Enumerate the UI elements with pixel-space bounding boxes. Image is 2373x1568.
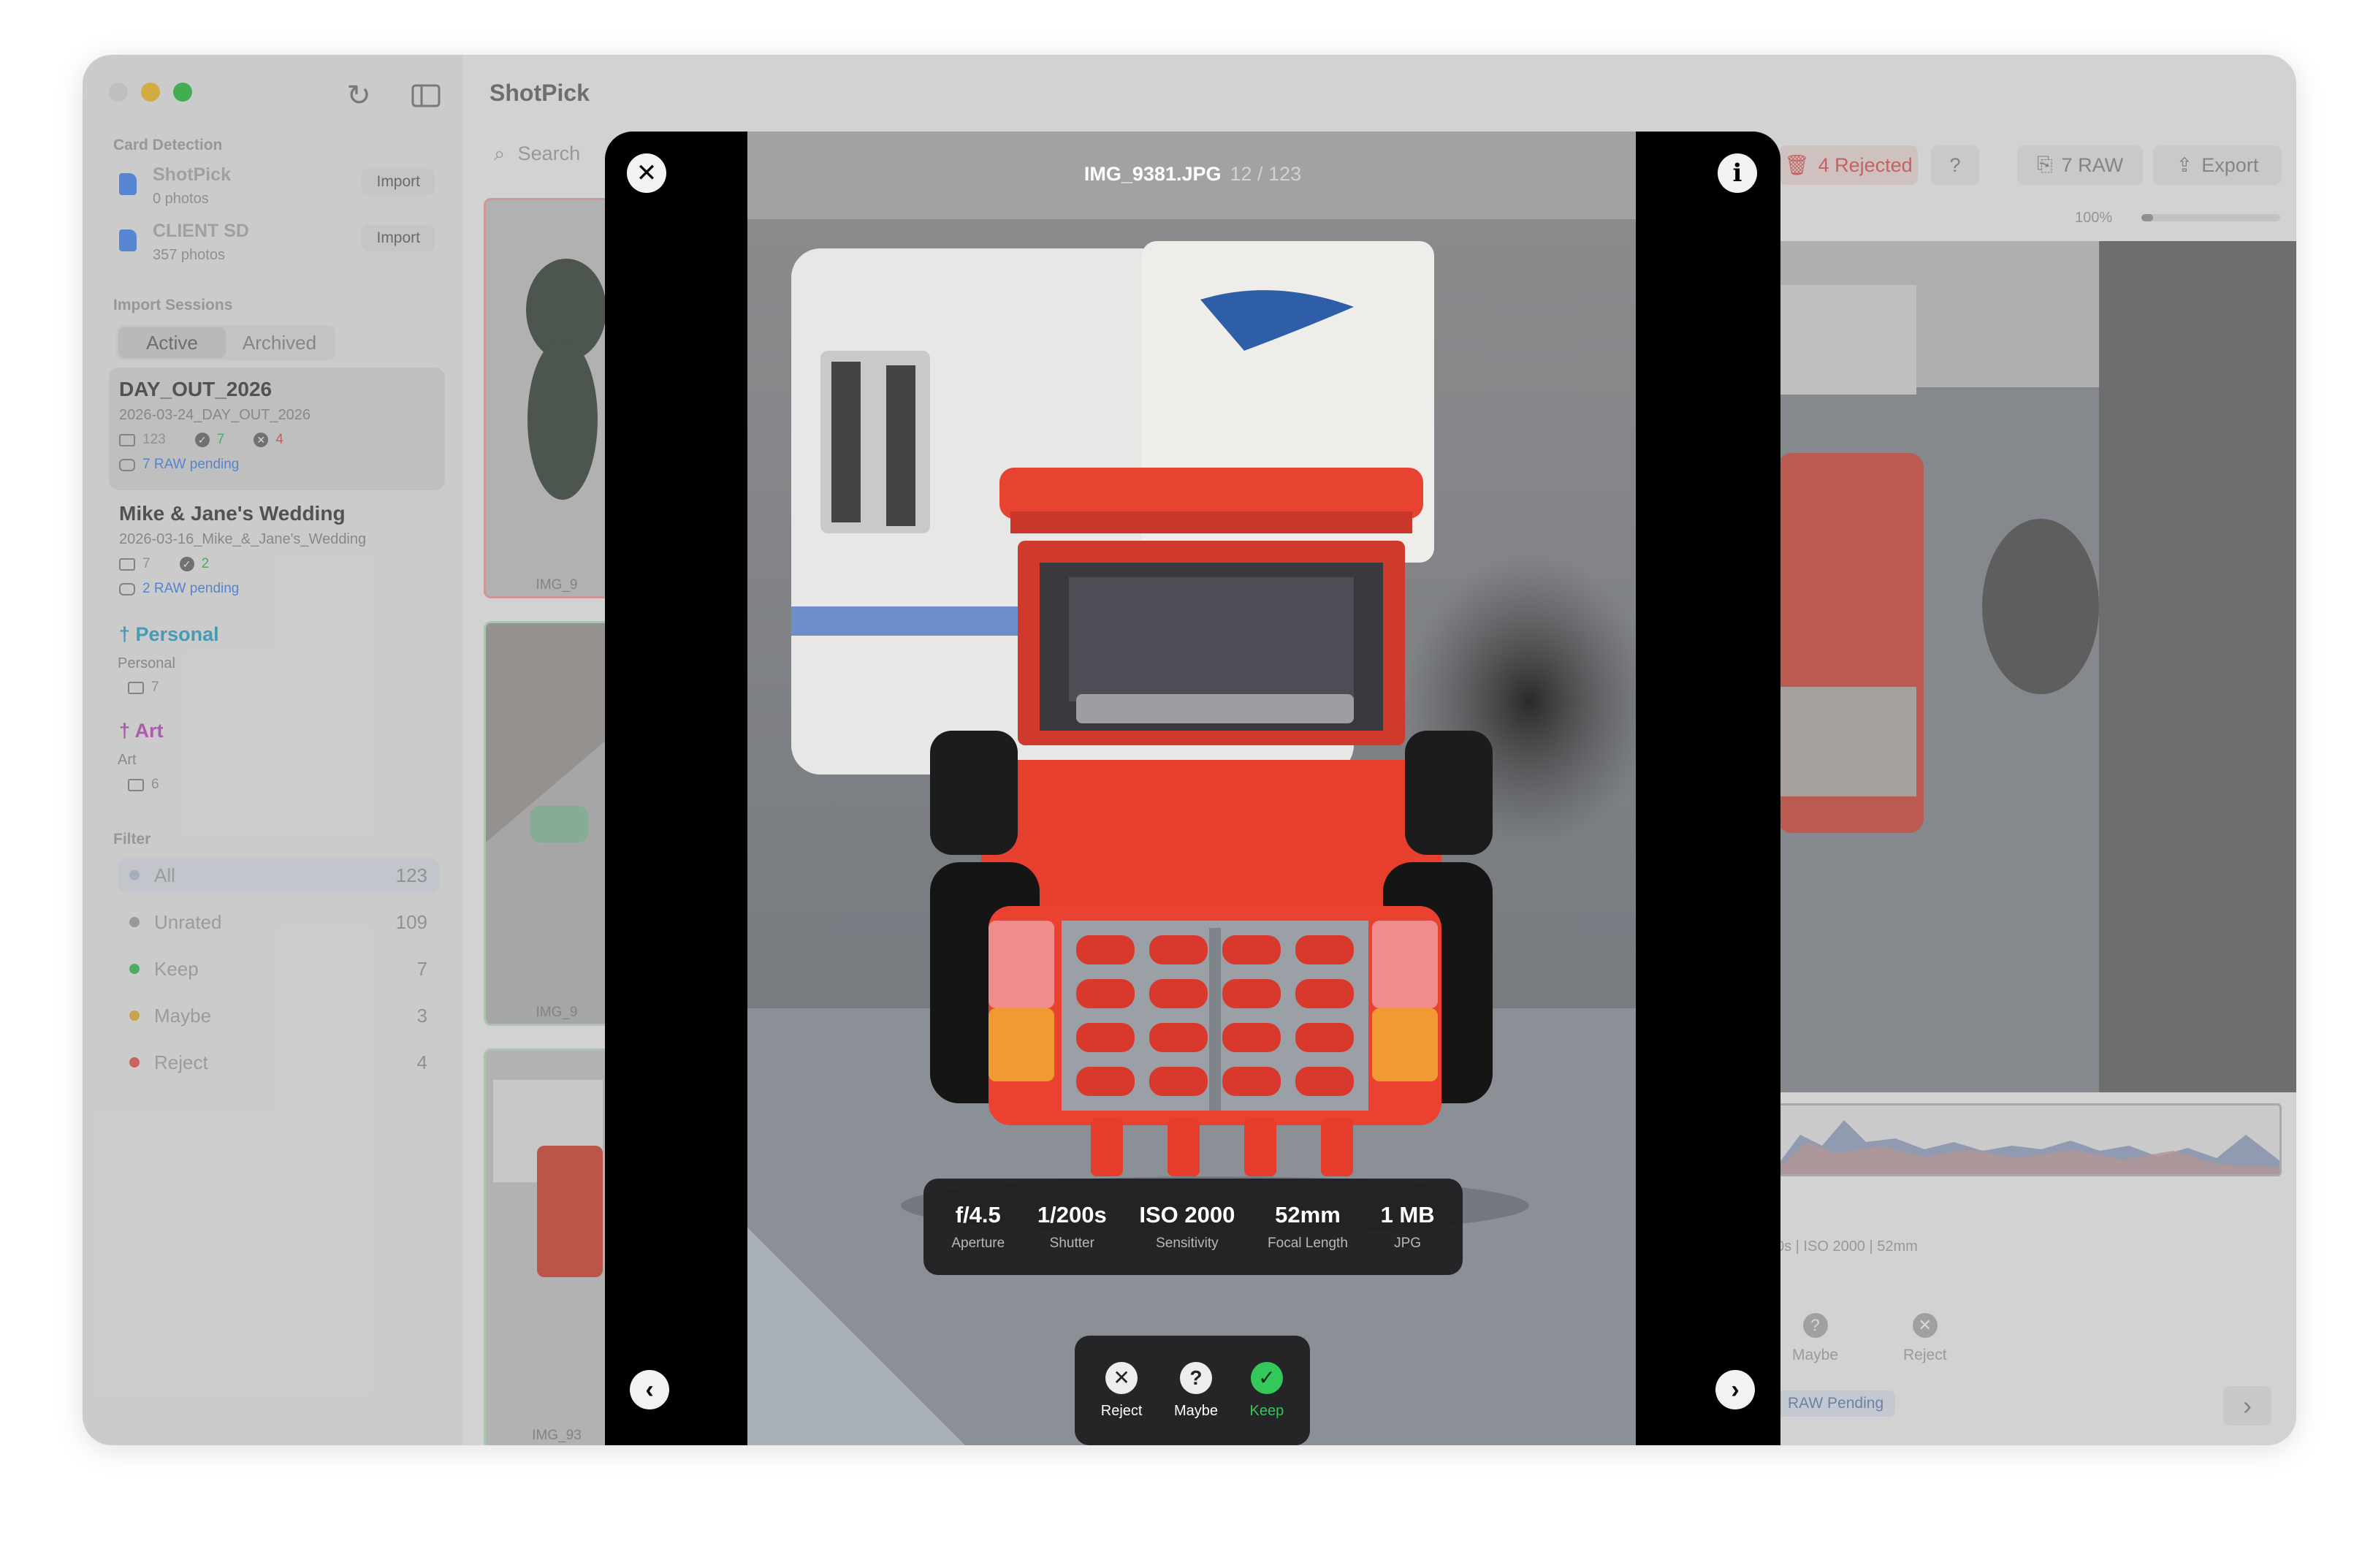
viewer-index: 12 / 123 <box>1230 163 1302 185</box>
maybe-rating-button[interactable]: ? Maybe <box>1173 1361 1218 1420</box>
rating-bar: ✕ Reject ? Maybe ✓ Keep <box>1075 1336 1310 1445</box>
exif-value: f/4.5 <box>955 1202 1001 1228</box>
exif-label: Shutter <box>1049 1236 1094 1251</box>
previous-photo-button[interactable]: ‹ <box>630 1370 669 1409</box>
chevron-right-icon: › <box>1731 1375 1740 1404</box>
exif-value: 52mm <box>1275 1202 1341 1228</box>
exif-focal-length: 52mm Focal Length <box>1268 1202 1348 1252</box>
photo-viewer: ✕ i IMG_9381.JPG 12 / 123 f/4.5 Aperture 1… <box>605 132 1780 1445</box>
exif-shutter: 1/200s Shutter <box>1037 1202 1107 1252</box>
keep-rating-button[interactable]: ✓ Keep <box>1249 1361 1284 1420</box>
reject-rating-button[interactable]: ✕ Reject <box>1100 1361 1143 1420</box>
exif-iso: ISO 2000 Sensitivity <box>1139 1202 1235 1252</box>
viewer-filename: IMG_9381.JPG <box>1083 163 1222 185</box>
exif-value: ISO 2000 <box>1139 1202 1235 1228</box>
maybe-label: Maybe <box>1173 1402 1218 1419</box>
exif-panel: f/4.5 Aperture 1/200s Shutter ISO 2000 Sens… <box>923 1179 1463 1275</box>
question-icon: ? <box>1179 1361 1212 1394</box>
chevron-left-icon: ‹ <box>645 1375 654 1404</box>
exif-aperture: f/4.5 Aperture <box>951 1202 1005 1252</box>
exif-label: Focal Length <box>1268 1236 1348 1251</box>
exif-value: 1/200s <box>1037 1202 1107 1228</box>
exif-label: Sensitivity <box>1156 1236 1219 1251</box>
reject-label: Reject <box>1100 1402 1143 1419</box>
next-photo-button[interactable]: › <box>1715 1370 1755 1409</box>
exif-label: Aperture <box>951 1236 1005 1251</box>
keep-label: Keep <box>1249 1402 1284 1419</box>
viewer-title: IMG_9381.JPG 12 / 123 <box>605 163 1780 186</box>
exif-filesize: 1 MB JPG <box>1381 1202 1435 1252</box>
check-icon: ✓ <box>1250 1361 1283 1394</box>
x-icon: ✕ <box>1105 1361 1138 1394</box>
exif-value: 1 MB <box>1380 1202 1435 1228</box>
exif-label: JPG <box>1394 1236 1422 1251</box>
